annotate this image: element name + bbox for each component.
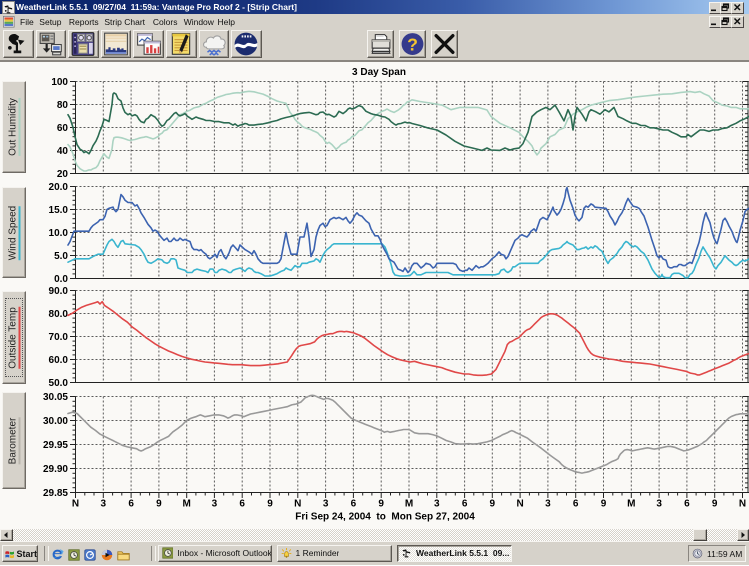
svg-text:70.0: 70.0 bbox=[49, 332, 69, 343]
svg-text:60.0: 60.0 bbox=[49, 355, 69, 366]
svg-text:M: M bbox=[627, 499, 635, 510]
svg-text:6: 6 bbox=[684, 499, 690, 510]
svg-text:29.90: 29.90 bbox=[43, 464, 68, 475]
svg-text:30.05: 30.05 bbox=[43, 392, 68, 403]
svg-text:9: 9 bbox=[378, 499, 384, 510]
svg-text:M: M bbox=[183, 499, 191, 510]
svg-text:M: M bbox=[405, 499, 413, 510]
svg-text:60: 60 bbox=[57, 123, 69, 134]
svg-text:N: N bbox=[294, 499, 301, 510]
svg-text:30.00: 30.00 bbox=[43, 416, 68, 427]
svg-text:N: N bbox=[72, 499, 79, 510]
svg-text:9: 9 bbox=[267, 499, 273, 510]
svg-text:9: 9 bbox=[156, 499, 162, 510]
svg-text:10.0: 10.0 bbox=[49, 228, 69, 239]
svg-text:40: 40 bbox=[57, 146, 69, 157]
svg-text:3: 3 bbox=[545, 499, 551, 510]
svg-text:29.95: 29.95 bbox=[43, 440, 68, 451]
svg-text:90.0: 90.0 bbox=[49, 286, 69, 297]
svg-text:6: 6 bbox=[128, 499, 134, 510]
svg-text:9: 9 bbox=[712, 499, 718, 510]
svg-text:N: N bbox=[516, 499, 523, 510]
svg-text:3: 3 bbox=[434, 499, 440, 510]
svg-text:5.0: 5.0 bbox=[54, 251, 68, 262]
svg-text:20.0: 20.0 bbox=[49, 182, 69, 193]
svg-text:29.85: 29.85 bbox=[43, 488, 68, 499]
svg-text:80: 80 bbox=[57, 100, 69, 111]
svg-text:0.0: 0.0 bbox=[54, 274, 68, 285]
svg-text:3 Day Span: 3 Day Span bbox=[352, 67, 406, 78]
svg-text:Fri Sep 24, 2004 to Mon Sep: Fri Sep 24, 2004 to Mon Sep 27, 2004 bbox=[295, 512, 475, 523]
svg-text:9: 9 bbox=[601, 499, 607, 510]
svg-text:6: 6 bbox=[239, 499, 245, 510]
svg-text:6: 6 bbox=[462, 499, 468, 510]
svg-text:15.0: 15.0 bbox=[49, 205, 69, 216]
svg-text:?: ? bbox=[407, 34, 418, 54]
svg-text:80.0: 80.0 bbox=[49, 309, 69, 320]
svg-text:6: 6 bbox=[351, 499, 357, 510]
svg-text:9: 9 bbox=[490, 499, 496, 510]
svg-text:50.0: 50.0 bbox=[49, 378, 69, 389]
svg-text:20: 20 bbox=[57, 169, 69, 180]
svg-text:3: 3 bbox=[212, 499, 218, 510]
svg-text:100: 100 bbox=[51, 77, 68, 88]
svg-text:3: 3 bbox=[323, 499, 329, 510]
svg-text:N: N bbox=[739, 499, 746, 510]
svg-text:3: 3 bbox=[656, 499, 662, 510]
svg-text:3: 3 bbox=[101, 499, 107, 510]
svg-text:6: 6 bbox=[573, 499, 579, 510]
